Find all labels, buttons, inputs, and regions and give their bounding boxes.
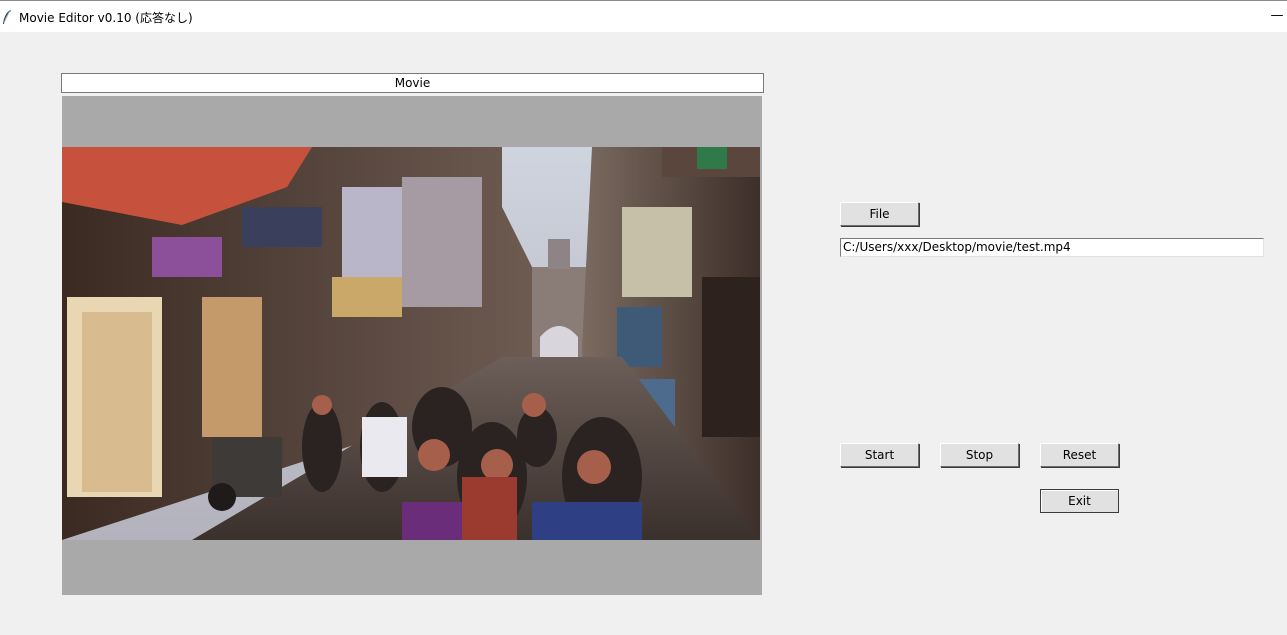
feather-icon <box>2 9 12 25</box>
movie-label: Movie <box>61 73 764 93</box>
window-title: Movie Editor v0.10 (応答なし) <box>19 11 193 25</box>
video-canvas <box>62 96 762 595</box>
video-frame <box>62 147 760 540</box>
file-button[interactable]: File <box>840 202 919 226</box>
exit-button[interactable]: Exit <box>1040 489 1119 513</box>
reset-button[interactable]: Reset <box>1040 443 1119 467</box>
start-button[interactable]: Start <box>840 443 919 467</box>
file-path-field[interactable]: C:/Users/xxx/Desktop/movie/test.mp4 <box>840 238 1264 257</box>
minimize-button[interactable]: — <box>1267 1 1287 32</box>
title-bar[interactable]: Movie Editor v0.10 (応答なし) — <box>0 0 1287 32</box>
stop-button[interactable]: Stop <box>940 443 1019 467</box>
